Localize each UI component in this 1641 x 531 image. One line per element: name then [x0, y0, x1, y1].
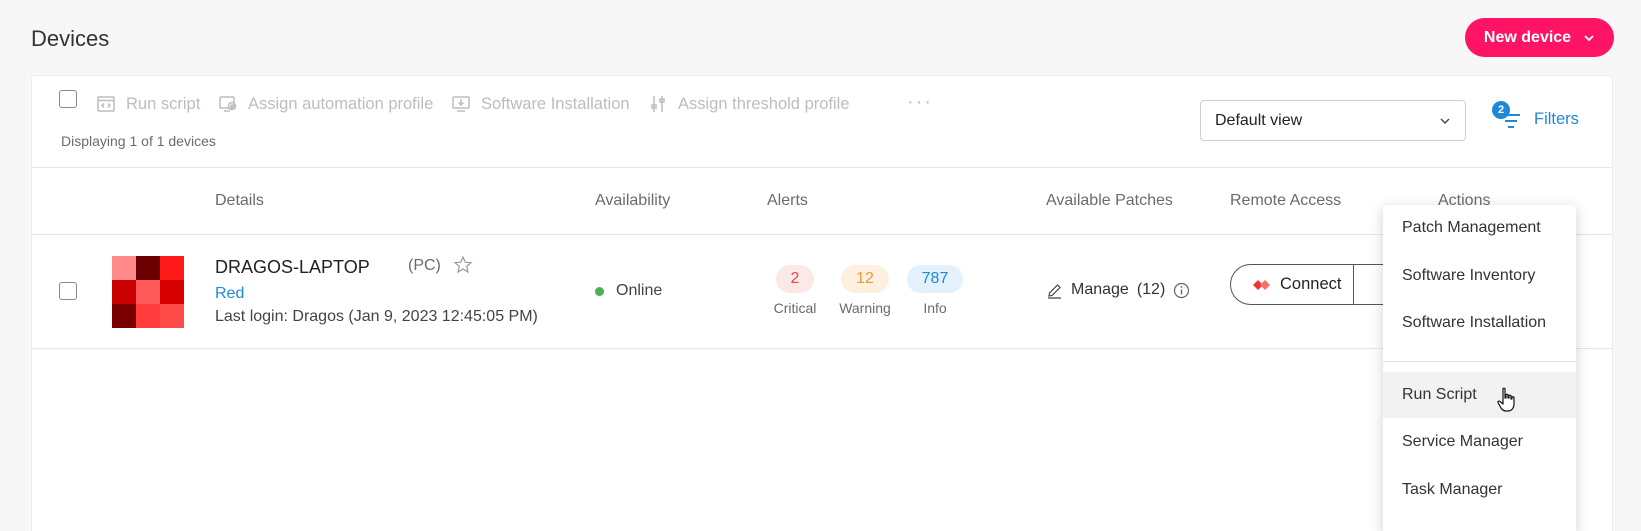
view-select-value: Default view	[1215, 111, 1303, 129]
alert-info-count: 787	[907, 265, 963, 293]
online-dot-icon	[595, 286, 604, 296]
filters-button[interactable]: 2 Filters	[1492, 101, 1579, 134]
info-icon[interactable]	[1173, 282, 1190, 299]
device-group-link[interactable]: Red	[215, 285, 244, 303]
run-script-action[interactable]: Run script	[96, 93, 200, 115]
select-all-checkbox[interactable]	[59, 90, 77, 108]
assign-automation-profile-label: Assign automation profile	[248, 94, 434, 113]
pencil-icon	[1048, 283, 1061, 299]
alert-critical-count: 2	[776, 265, 814, 293]
actions-dropdown-menu: Patch Management Software Inventory Soft…	[1383, 205, 1576, 531]
assign-threshold-profile-label: Assign threshold profile	[678, 94, 850, 113]
column-header-availability[interactable]: Availability	[595, 192, 670, 210]
assign-automation-profile-action[interactable]: Assign automation profile	[218, 93, 433, 115]
chevron-down-icon	[1584, 34, 1594, 41]
chevron-down-icon	[1440, 118, 1450, 124]
connect-button[interactable]: Connect	[1231, 265, 1354, 304]
filters-label: Filters	[1534, 109, 1579, 128]
menu-item-software-inventory[interactable]: Software Inventory	[1383, 253, 1576, 299]
view-select[interactable]: Default view	[1200, 100, 1466, 141]
alert-warning[interactable]: 12 Warning	[832, 265, 898, 316]
row-checkbox[interactable]	[59, 282, 77, 300]
filter-icon: 2	[1492, 101, 1522, 131]
alert-info[interactable]: 787 Info	[905, 265, 965, 316]
run-script-icon	[97, 96, 115, 112]
page-title: Devices	[31, 26, 110, 51]
devices-card: Run script Assign automation profile Sof…	[31, 75, 1613, 531]
alert-info-label: Info	[923, 300, 947, 316]
remote-connect-icon	[1253, 279, 1270, 290]
run-script-label: Run script	[126, 94, 201, 113]
patches-count: (12)	[1136, 281, 1166, 298]
menu-item-run-script[interactable]: Run Script	[1383, 372, 1576, 418]
displaying-count: Displaying 1 of 1 devices	[61, 133, 216, 149]
device-name-link[interactable]: DRAGOS-LAPTOP	[215, 257, 370, 278]
alert-warning-count: 12	[841, 265, 889, 293]
menu-item-task-manager[interactable]: Task Manager	[1383, 467, 1576, 513]
menu-divider	[1383, 361, 1576, 362]
column-header-remote-access[interactable]: Remote Access	[1230, 192, 1341, 210]
new-device-button[interactable]: New device	[1465, 18, 1614, 57]
assign-threshold-profile-action[interactable]: Assign threshold profile	[648, 93, 850, 115]
filter-count-badge: 2	[1492, 101, 1510, 119]
software-installation-action[interactable]: Software Installation	[451, 93, 630, 115]
device-avatar	[112, 256, 184, 328]
menu-item-patch-management[interactable]: Patch Management	[1383, 205, 1576, 251]
table-row[interactable]: DRAGOS-LAPTOP (PC) Red Last login: Drago…	[32, 235, 1612, 349]
software-installation-label: Software Installation	[481, 94, 630, 113]
availability-label: Online	[616, 282, 663, 299]
manage-patches-link[interactable]: Manage (12)	[1046, 281, 1190, 299]
more-actions-icon[interactable]: ···	[907, 92, 933, 112]
table-header: Details Availability Alerts Available Pa…	[32, 168, 1612, 235]
column-header-alerts[interactable]: Alerts	[767, 192, 808, 210]
automation-profile-icon	[219, 96, 237, 112]
hand-cursor-icon	[1497, 387, 1515, 412]
device-last-login: Last login: Dragos (Jan 9, 2023 12:45:05…	[215, 308, 538, 325]
connect-label: Connect	[1280, 275, 1342, 293]
alert-warning-label: Warning	[839, 300, 891, 316]
column-header-details[interactable]: Details	[215, 192, 264, 210]
device-type: (PC)	[408, 257, 441, 274]
threshold-icon	[651, 96, 665, 112]
manage-patches-label: Manage	[1071, 281, 1129, 298]
bulk-toolbar: Run script Assign automation profile Sof…	[32, 76, 1612, 168]
menu-item-service-manager[interactable]: Service Manager	[1383, 419, 1576, 465]
new-device-label: New device	[1483, 28, 1572, 46]
column-header-available-patches[interactable]: Available Patches	[1046, 192, 1173, 210]
favorite-star-icon[interactable]	[453, 255, 473, 275]
menu-item-software-installation[interactable]: Software Installation	[1383, 300, 1576, 346]
software-install-icon	[452, 96, 470, 112]
availability-status: Online	[595, 282, 662, 300]
alert-critical[interactable]: 2 Critical	[767, 265, 823, 316]
alert-critical-label: Critical	[773, 300, 817, 316]
